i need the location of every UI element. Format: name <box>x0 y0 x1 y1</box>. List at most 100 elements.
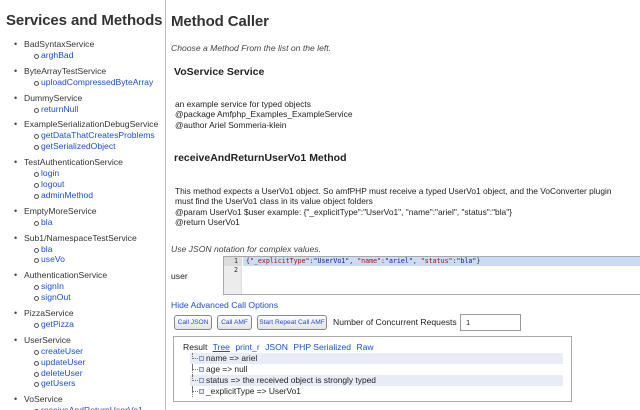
code-token: "name" <box>357 257 382 265</box>
code-token: } <box>476 257 481 265</box>
result-label: Result <box>183 342 208 352</box>
method-link[interactable]: arghBad <box>34 50 165 61</box>
service-name: BadSyntaxService <box>24 39 95 49</box>
method-list: getDataThatCreatesProblems getSerializedO… <box>24 130 165 152</box>
service-name: PizzaService <box>24 308 74 319</box>
method-desc-line: @param UserVo1 $user example: {"_explici… <box>175 206 512 217</box>
concurrent-requests-input[interactable]: 1 <box>460 314 521 331</box>
service-desc-line: @author Ariel Sommeria-klein <box>175 119 287 130</box>
method-link[interactable]: logout <box>34 179 165 190</box>
service-name: VoService <box>24 394 63 405</box>
tree-node[interactable]: name => ariel <box>190 353 563 364</box>
service-name: Sub1/NamespaceTestService <box>24 232 137 243</box>
service-item: Sub1/NamespaceTestServiceblauseVo <box>14 233 165 266</box>
service-item: VoServicereceiveAndReturnUserVo1receiveA… <box>14 394 165 410</box>
code-token: "UserVo1" <box>313 257 350 265</box>
service-item: BadSyntaxServicearghBad <box>14 39 165 61</box>
service-item: ByteArrayTestServiceuploadCompressedByte… <box>14 66 165 88</box>
result-panel: Result Tree print_r JSON PHP Serialized … <box>173 336 572 402</box>
method-desc-line: This method expects a UserVo1 object. So… <box>175 186 612 196</box>
service-item: DummyServicereturnNull <box>14 93 165 115</box>
method-list: login logout adminMethod <box>24 168 165 201</box>
line-number: 2 <box>234 266 238 274</box>
service-item: TestAuthenticationServiceloginlogoutadmi… <box>14 157 165 201</box>
code-token: "_explicitType" <box>249 257 310 265</box>
service-name: AuthenticationService <box>24 270 108 281</box>
method-link[interactable]: adminMethod <box>34 190 165 201</box>
page-title: Method Caller <box>171 13 269 30</box>
method-list: receiveAndReturnUserVo1receiveAndReturnU… <box>24 405 165 410</box>
tree-node[interactable]: _explicitType => UserVo1 <box>190 386 563 397</box>
method-link[interactable]: returnNull <box>34 104 165 115</box>
result-tabs: Result Tree print_r JSON PHP Serialized … <box>183 342 377 352</box>
code-token: "status" <box>420 257 453 265</box>
method-list: returnNull <box>24 104 165 115</box>
sidebar: Services and Methods BadSyntaxServicearg… <box>0 0 165 410</box>
call-json-button[interactable]: Call JSON <box>174 315 212 330</box>
editor-code[interactable]: {"_explicitType":"UserVo1", "name":"arie… <box>243 257 640 275</box>
service-item: AuthenticationServicesignInsignOut <box>14 270 165 303</box>
method-link[interactable]: getPizza <box>34 319 165 330</box>
method-link[interactable]: receiveAndReturnUserVo1 <box>34 405 165 410</box>
service-item: ExampleSerializationDebugServicegetDataT… <box>14 119 165 152</box>
editor-gutter: 1 2 <box>224 257 242 294</box>
call-amf-button[interactable]: Call AMF <box>217 315 252 330</box>
service-title: VoService Service <box>174 66 265 78</box>
sidebar-title: Services and Methods <box>6 12 163 29</box>
start-repeat-call-amf-button[interactable]: Start Repeat Call AMF <box>257 315 327 330</box>
tab-php-serialized[interactable]: PHP Serialized <box>293 342 351 352</box>
leaf-icon <box>199 356 204 361</box>
code-token: "ariel" <box>385 257 413 265</box>
service-list: BadSyntaxServicearghBad ByteArrayTestServ… <box>6 39 165 410</box>
method-list: createUser updateUser deleteUser getUsers <box>24 346 165 390</box>
tab-tree[interactable]: Tree <box>213 342 230 352</box>
sidebar-divider <box>165 0 166 410</box>
service-item: EmptyMoreServicebla <box>14 206 165 228</box>
concurrent-requests-label: Number of Concurrent Requests <box>333 317 457 327</box>
code-token: "bla" <box>456 257 477 265</box>
method-link[interactable]: login <box>34 168 165 179</box>
hide-advanced-options-link[interactable]: Hide Advanced Call Options <box>171 300 278 310</box>
method-link[interactable]: bla <box>34 244 165 255</box>
method-link[interactable]: useVo <box>34 254 165 265</box>
code-line[interactable]: {"_explicitType":"UserVo1", "name":"arie… <box>243 257 640 266</box>
method-desc-line: @return UserVo1 <box>175 217 240 228</box>
service-item: PizzaServicegetPizza <box>14 308 165 330</box>
tab-json[interactable]: JSON <box>265 342 288 352</box>
method-title: receiveAndReturnUserVo1 Method <box>174 152 347 164</box>
service-desc-line: an example service for typed objects <box>175 99 311 109</box>
method-list: getPizza <box>24 319 165 330</box>
service-desc-line: @package Amfphp_Examples_ExampleService <box>175 109 353 120</box>
tree-node[interactable]: status => the received object is strongl… <box>190 375 563 386</box>
service-name: EmptyMoreService <box>24 205 97 216</box>
method-link[interactable]: bla <box>34 217 165 228</box>
tab-raw[interactable]: Raw <box>356 342 373 352</box>
method-link[interactable]: signIn <box>34 281 165 292</box>
method-link[interactable]: updateUser <box>34 357 165 368</box>
service-name: ByteArrayTestService <box>24 65 107 76</box>
method-link[interactable]: getUsers <box>34 378 165 389</box>
method-list: arghBad <box>24 50 165 61</box>
method-link[interactable]: createUser <box>34 346 165 357</box>
method-list: bla useVo <box>24 244 165 266</box>
method-link[interactable]: signOut <box>34 292 165 303</box>
method-link[interactable]: getDataThatCreatesProblems <box>34 130 165 141</box>
leaf-icon <box>199 378 204 383</box>
method-link[interactable]: uploadCompressedByteArray <box>34 77 165 88</box>
service-name: TestAuthenticationService <box>24 157 123 168</box>
line-number: 1 <box>224 257 241 266</box>
service-name: DummyService <box>24 92 83 103</box>
method-link[interactable]: getSerializedObject <box>34 141 165 152</box>
tree-node[interactable]: age => null <box>190 364 563 375</box>
param-json-editor[interactable]: 1 2 {"_explicitType":"UserVo1", "name":"… <box>223 256 640 295</box>
tab-print-r[interactable]: print_r <box>235 342 259 352</box>
method-desc-line: must find the UserVo1 class in its value… <box>175 196 373 207</box>
leaf-icon <box>199 367 204 372</box>
code-line[interactable] <box>243 266 640 275</box>
leaf-icon <box>199 389 204 394</box>
method-list: uploadCompressedByteArray <box>24 77 165 88</box>
method-link[interactable]: deleteUser <box>34 368 165 379</box>
method-list: bla <box>24 217 165 228</box>
result-tree: name => ariel age => null status => the … <box>190 353 563 397</box>
json-notation-hint: Use JSON notation for complex values. <box>171 244 321 254</box>
